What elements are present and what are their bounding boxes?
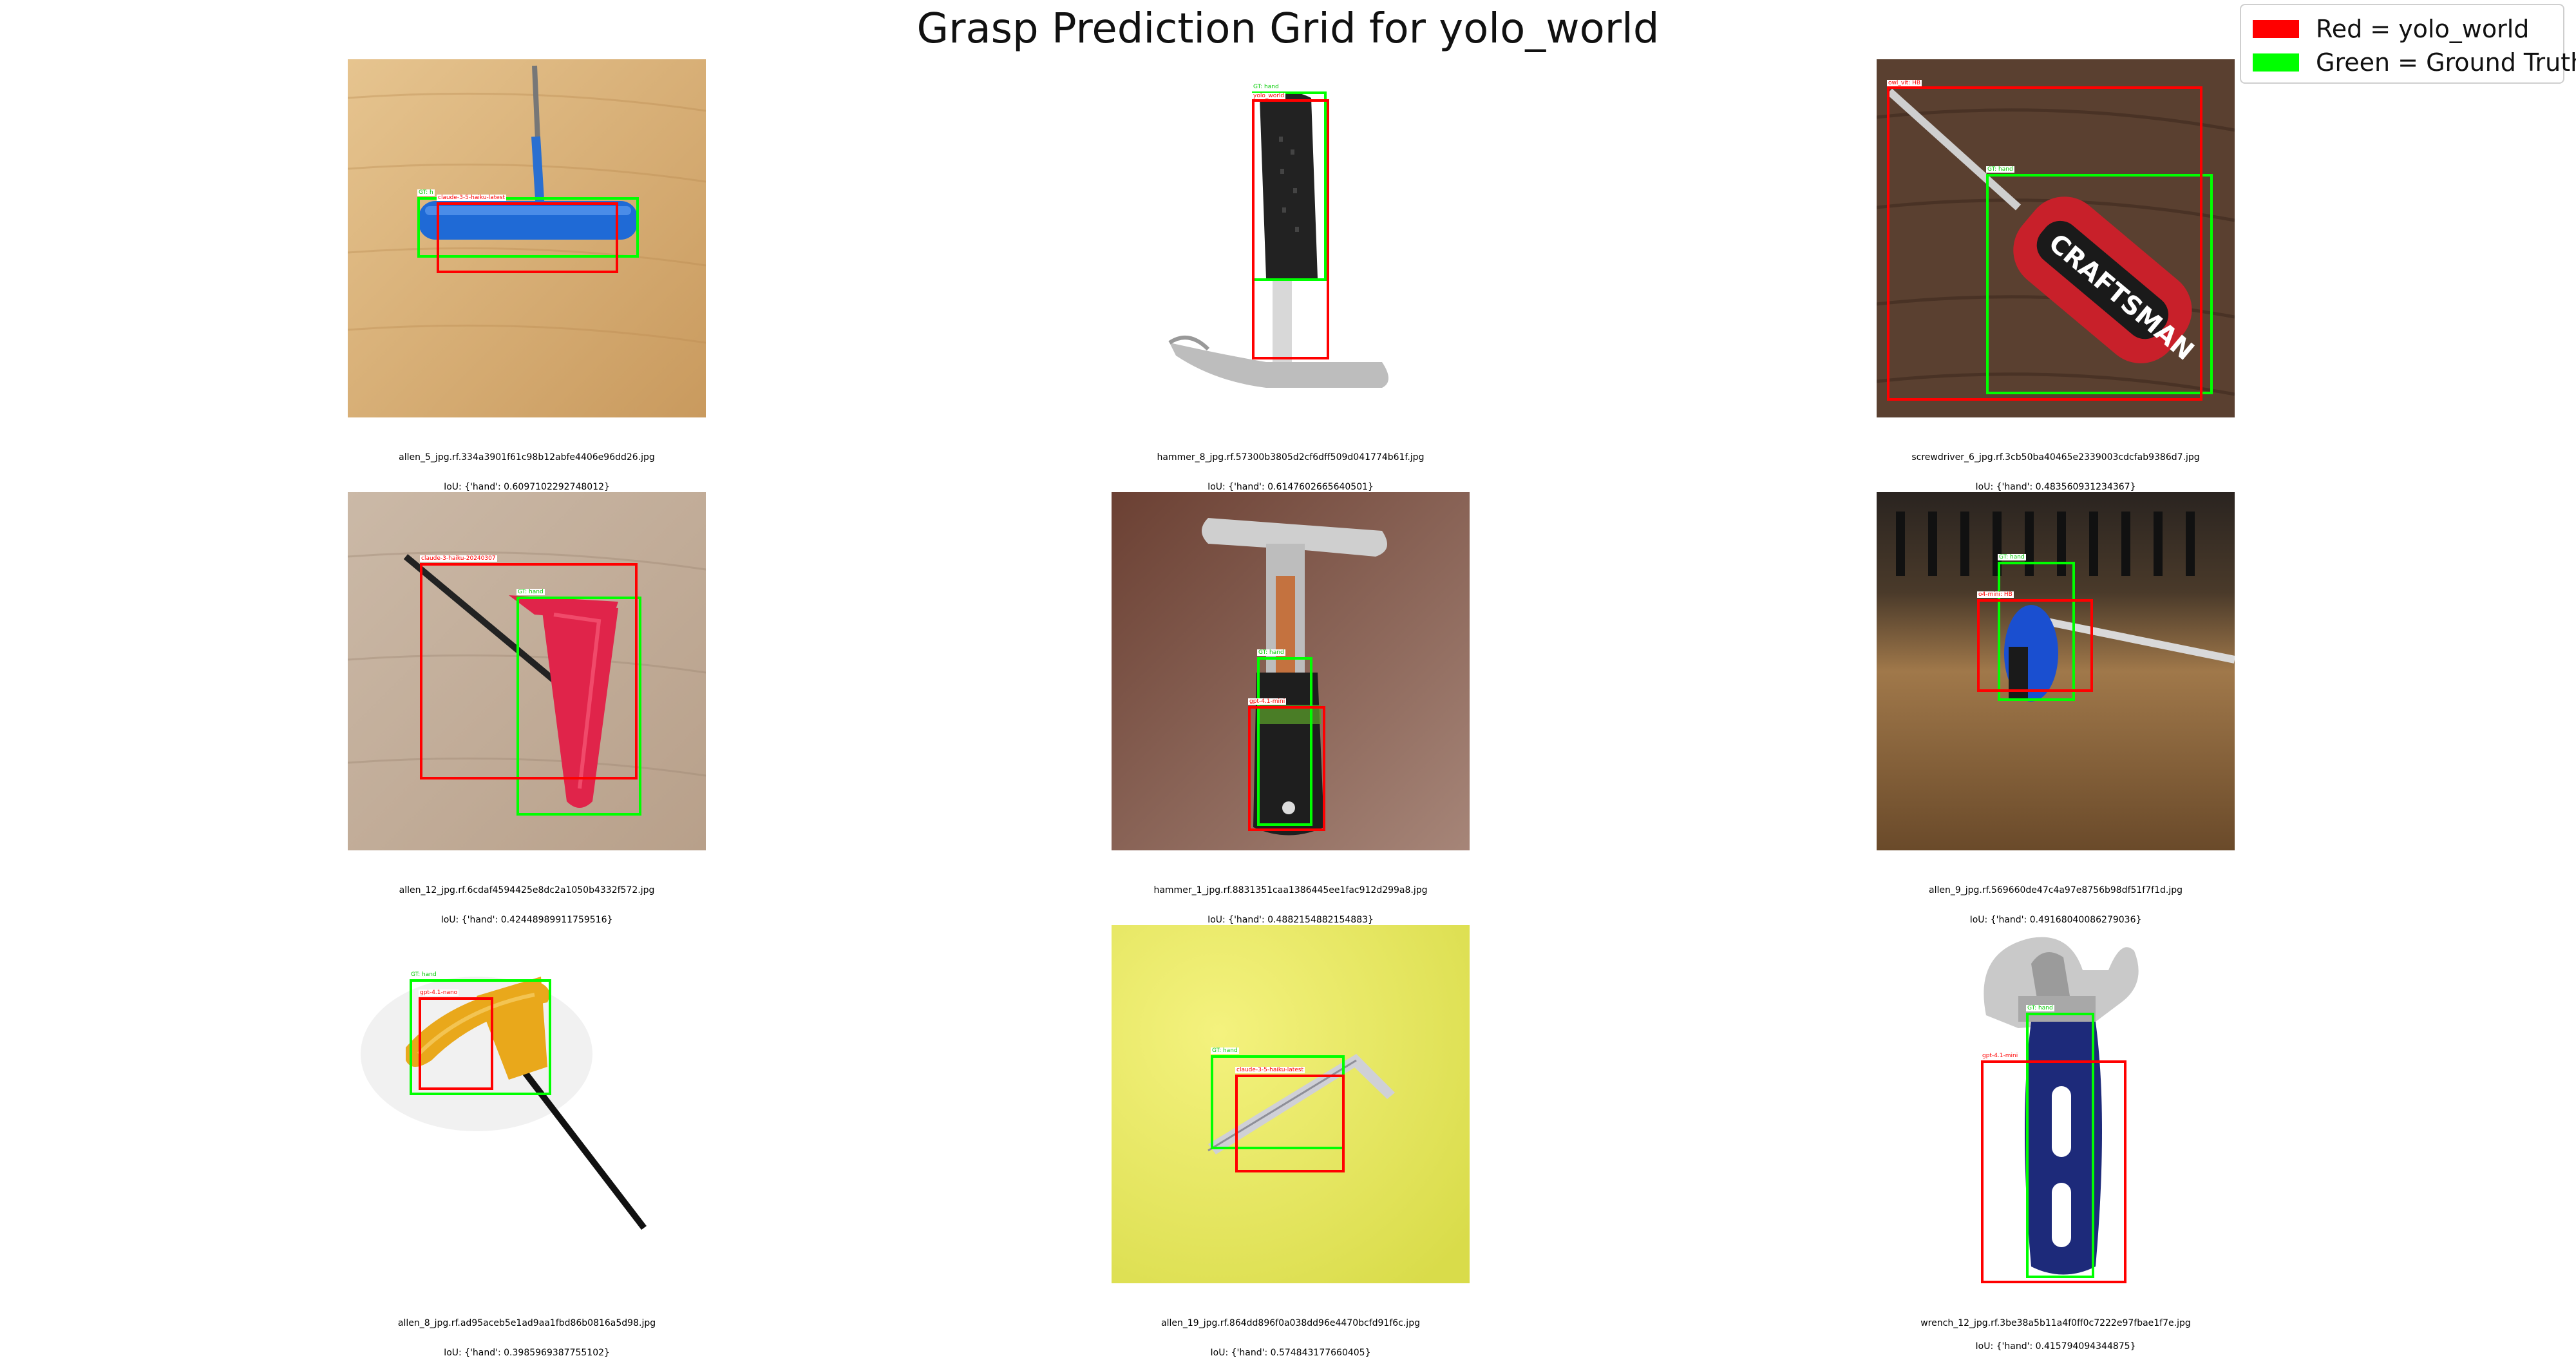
- prediction-tag: owl_vit: HB: [1887, 80, 1922, 86]
- prediction-box: [1248, 706, 1325, 831]
- legend-swatch-red: [2253, 20, 2299, 38]
- prediction-box: [1887, 86, 2202, 401]
- image-filename: allen_9_jpg.rf.569660de47c4a97e8756b98df…: [1929, 885, 2183, 895]
- iou-score: IoU: {'hand': 0.6147602665640501}: [1208, 482, 1374, 492]
- prediction-image-4: GT: hand claude-3-haiku-20240307: [348, 492, 706, 850]
- prediction-image-1: GT: h claude-3-5-haiku-latest: [348, 59, 706, 417]
- prediction-tag: yolo_world: [1252, 93, 1286, 99]
- image-filename: hammer_1_jpg.rf.8831351caa1386445ee1fac9…: [1153, 885, 1428, 895]
- iou-score: IoU: {'hand': 0.4882154882154883}: [1208, 915, 1374, 925]
- prediction-image-6: GT: hand o4-mini: HB: [1877, 492, 2235, 850]
- prediction-tag: gpt-4.1-mini: [1981, 1053, 2020, 1059]
- prediction-box: [1252, 99, 1329, 359]
- prediction-tag: gpt-4.1-nano: [419, 990, 459, 996]
- legend-label-prediction: Red = yolo_world: [2316, 15, 2530, 43]
- legend-item-ground-truth: Green = Ground Truth: [2253, 46, 2576, 79]
- iou-score: IoU: {'hand': 0.6097102292748012}: [444, 482, 610, 492]
- ground-truth-tag: GT: hand: [1998, 554, 2026, 560]
- ground-truth-tag: GT: hand: [410, 971, 438, 978]
- prediction-box: [419, 997, 493, 1090]
- prediction-box: [1981, 1060, 2126, 1283]
- iou-score: IoU: {'hand': 0.42448989911759516}: [440, 915, 613, 925]
- ground-truth-tag: GT: hand: [1252, 84, 1280, 90]
- ground-truth-tag: GT: hand: [2026, 1005, 2054, 1011]
- prediction-tag: gpt-4.1-mini: [1248, 698, 1287, 705]
- image-filename: allen_19_jpg.rf.864dd896f0a038dd96e4470b…: [1161, 1318, 1420, 1328]
- legend-swatch-green: [2253, 53, 2299, 72]
- prediction-image-5: GT: hand gpt-4.1-mini: [1112, 492, 1470, 850]
- image-filename: allen_12_jpg.rf.6cdaf4594425e8dc2a1050b4…: [399, 885, 655, 895]
- iou-score: IoU: {'hand': 0.49168040086279036}: [1969, 915, 2142, 925]
- prediction-box: [437, 202, 618, 273]
- iou-score: IoU: {'hand': 0.415794094344875}: [1975, 1341, 2136, 1352]
- iou-score: IoU: {'hand': 0.574843177660405}: [1210, 1348, 1371, 1358]
- ground-truth-tag: GT: hand: [1257, 649, 1285, 656]
- image-filename: hammer_8_jpg.rf.57300b3805d2cf6dff509d04…: [1157, 452, 1425, 463]
- prediction-tag: claude-3-5-haiku-latest: [1235, 1067, 1305, 1073]
- prediction-box: [1235, 1075, 1345, 1172]
- prediction-tag: o4-mini: HB: [1977, 591, 2014, 598]
- legend-item-prediction: Red = yolo_world: [2253, 13, 2529, 45]
- prediction-image-7: GT: hand gpt-4.1-nano: [348, 925, 706, 1283]
- image-filename: allen_8_jpg.rf.ad95aceb5e1ad9aa1fbd86b08…: [397, 1318, 656, 1328]
- prediction-image-8: GT: hand claude-3-5-haiku-latest: [1112, 925, 1470, 1283]
- prediction-image-9: GT: hand gpt-4.1-mini: [1877, 925, 2235, 1283]
- iou-score: IoU: {'hand': 0.483560931234367}: [1975, 482, 2136, 492]
- image-filename: wrench_12_jpg.rf.3be38a5b11a4f0ff0c7222e…: [1920, 1318, 2191, 1328]
- image-filename: allen_5_jpg.rf.334a3901f61c98b12abfe4406…: [399, 452, 655, 463]
- prediction-box: [420, 563, 638, 779]
- legend: Red = yolo_world Green = Ground Truth: [2240, 4, 2576, 84]
- page-title: Grasp Prediction Grid for yolo_world: [916, 5, 1660, 53]
- ground-truth-tag: GT: hand: [1211, 1047, 1239, 1054]
- ground-truth-tag: GT: h: [417, 189, 435, 196]
- prediction-tag: claude-3-haiku-20240307: [420, 555, 497, 562]
- prediction-box: [1977, 599, 2093, 692]
- legend-label-ground-truth: Green = Ground Truth: [2316, 48, 2576, 77]
- prediction-image-3: CRAFTSMAN GT: hand owl_vit: HB: [1877, 59, 2235, 417]
- image-filename: screwdriver_6_jpg.rf.3cb50ba40465e233900…: [1911, 452, 2200, 463]
- prediction-tag: claude-3-5-haiku-latest: [437, 195, 507, 201]
- prediction-image-2: GT: hand yolo_world: [1112, 59, 1470, 417]
- iou-score: IoU: {'hand': 0.3985969387755102}: [444, 1348, 610, 1358]
